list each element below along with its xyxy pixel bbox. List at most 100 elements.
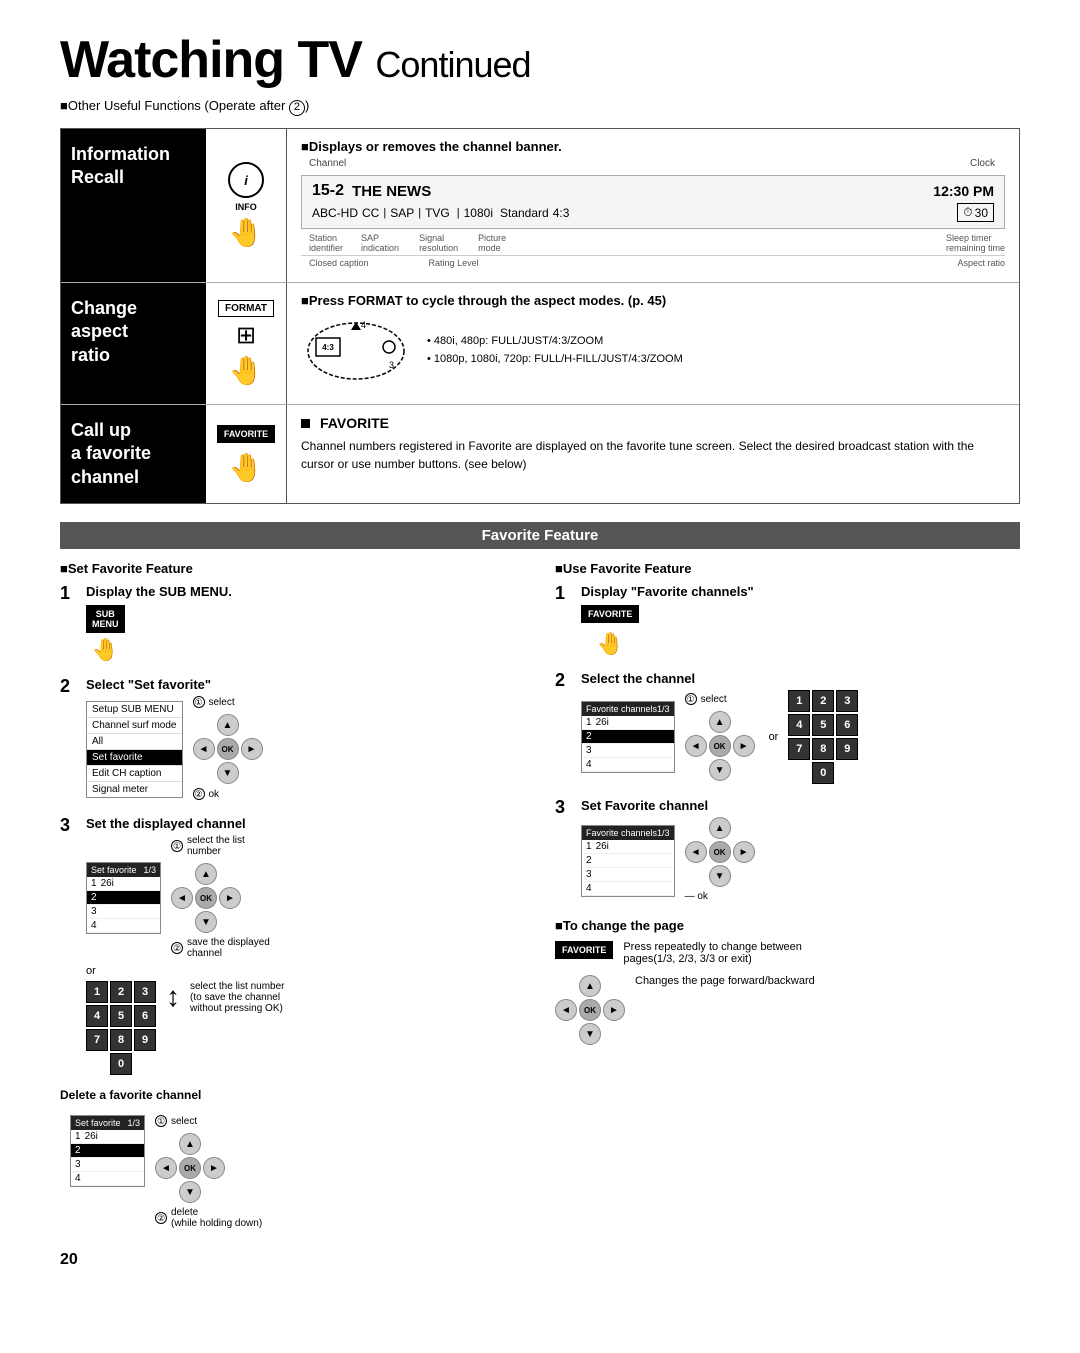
or-text: or — [86, 965, 525, 977]
bullet-fav — [301, 419, 310, 428]
cc-text: CC — [362, 206, 379, 220]
favorite-content: FAVORITE Channel numbers registered in F… — [286, 405, 1019, 503]
menu-item-setfav: Set favorite — [87, 750, 182, 766]
aspect-ratio-row: Changeaspectratio FORMAT ⊞ 🤚 ■Press FORM… — [61, 283, 1019, 405]
page-title: Watching TV Continued — [60, 30, 1020, 90]
fav-button-change-page: FAVORITE — [555, 941, 613, 959]
channel-num: 15-2 — [312, 182, 344, 200]
page-number: 20 — [60, 1251, 1020, 1269]
sleep-note: Sleep timerremaining time — [946, 233, 1005, 253]
use-step1: 1 Display "Favorite channels" FAVORITE 🤚 — [555, 584, 1020, 657]
use-fav-list: Favorite channels 1/3 126i 2 3 4 — [581, 701, 675, 773]
set-step3: 3 Set the displayed channel Set favorite… — [60, 816, 525, 1075]
set-fav-heading: ■Set Favorite Feature — [60, 561, 525, 576]
channel-label: Channel — [309, 158, 346, 169]
set-step1: 1 Display the SUB MENU. SUBMENU 🤚 — [60, 584, 525, 663]
sub-menu-list: Setup SUB MENU Channel surf mode All Set… — [86, 701, 183, 798]
set-fav-list: Set favorite 1/3 126i 2 3 4 — [86, 862, 161, 934]
use-step3: 3 Set Favorite channel Favorite channels… — [555, 798, 1020, 904]
hand-icon-aspect: 🤚 — [229, 354, 264, 387]
use-step3-list: Favorite channels 1/3 126i 2 3 4 — [581, 825, 675, 897]
step3-dpad-annot: ① select the listnumber ▲ ◄ OK ► — [171, 835, 270, 961]
rating-note: Rating Level — [429, 258, 479, 268]
hand-icon-fav-use: 🤚 — [596, 631, 623, 657]
dpad-step2[interactable]: ▲ ◄ OK ► ▼ — [193, 714, 263, 784]
forward-backward-desc: Changes the page forward/backward — [635, 975, 815, 987]
menu-item-signal: Signal meter — [87, 782, 182, 797]
format-icon: ⊞ — [236, 321, 256, 350]
favorite-feature-header: Favorite Feature — [60, 522, 1020, 549]
aspect-section-title: ■Press FORMAT to cycle through the aspec… — [301, 293, 1005, 308]
menu-item-channelsurf: Channel surf mode — [87, 718, 182, 734]
change-page-heading: ■To change the page — [555, 918, 1020, 933]
svg-text:3: 3 — [389, 360, 394, 370]
title-main: Watching TV — [60, 31, 362, 89]
favorite-feature-section: Favorite Feature ■Set Favorite Feature 1… — [60, 522, 1020, 1231]
hand-icon-submenu: 🤚 — [92, 637, 119, 663]
info-banner: 15-2 THE NEWS 12:30 PM ABC-HD CC | SAP |… — [301, 175, 1005, 229]
fav-section-title: FAVORITE — [320, 415, 389, 431]
cc-note: Closed caption — [309, 258, 369, 268]
hand-icon-fav: 🤚 — [229, 451, 264, 484]
aspect-text: 4:3 — [553, 206, 570, 220]
info-label: INFO — [235, 202, 257, 212]
dpad-step3[interactable]: ▲ ◄ OK ► ▼ — [171, 863, 270, 933]
picture-text: Standard — [500, 206, 549, 220]
station-note: Stationidentifier — [309, 233, 343, 253]
num-grid-set[interactable]: 1 2 3 4 5 6 7 8 9 0 — [86, 981, 156, 1075]
menu-item-setup: Setup SUB MENU — [87, 702, 182, 718]
information-icon-col: i INFO 🤚 — [206, 129, 286, 282]
two-column-layout: ■Set Favorite Feature 1 Display the SUB … — [60, 561, 1020, 1231]
aspect-content: ■Press FORMAT to cycle through the aspec… — [286, 283, 1019, 404]
updown-arrow: ↕ — [166, 981, 180, 1013]
cycle-diagram: 4:3 4 3 — [301, 316, 411, 386]
favorite-button-icon: FAVORITE — [217, 425, 275, 443]
title-continued: Continued — [375, 44, 530, 85]
channel-name: THE NEWS — [352, 183, 925, 200]
information-row: InformationRecall i INFO 🤚 ■Displays or … — [61, 129, 1019, 283]
information-label: InformationRecall — [61, 129, 206, 282]
svg-text:4:3: 4:3 — [322, 343, 334, 352]
use-step2-annot: ① select ▲ ◄ OK ► ▼ — [685, 693, 755, 781]
step2-dpad-annot: ① select ▲ ◄ OK ► — [193, 696, 263, 802]
fav-button-use: FAVORITE — [581, 605, 639, 623]
favorite-row: Call upa favoritechannel FAVORITE 🤚 FAVO… — [61, 405, 1019, 503]
dpad-del[interactable]: ▲ ◄ OK ► ▼ — [155, 1133, 262, 1203]
main-feature-box: InformationRecall i INFO 🤚 ■Displays or … — [60, 128, 1020, 504]
favorite-row-label: Call upa favoritechannel — [61, 405, 206, 503]
sap-text: SAP — [390, 206, 414, 220]
favorite-icon-col: FAVORITE 🤚 — [206, 405, 286, 503]
time-display: 12:30 PM — [933, 183, 994, 199]
dpad-use-step3[interactable]: ▲ ◄ OK ► ▼ — [685, 817, 755, 887]
or-num-label: or — [769, 731, 779, 743]
aspect-notes: • 480i, 480p: FULL/JUST/4:3/ZOOM • 1080p… — [427, 333, 683, 368]
subtitle: ■Other Useful Functions (Operate after 2… — [60, 98, 1020, 116]
svg-text:4: 4 — [361, 320, 366, 330]
aspect-icon-col: FORMAT ⊞ 🤚 — [206, 283, 286, 404]
use-step3-annot: ▲ ◄ OK ► ▼ — ok — [685, 817, 755, 904]
set-step2: 2 Select "Set favorite" Setup SUB MENU C… — [60, 677, 525, 802]
use-step2: 2 Select the channel Favorite channels 1… — [555, 671, 1020, 784]
num-grid-use[interactable]: 1 2 3 4 5 6 7 8 9 0 — [788, 690, 858, 784]
del-fav-list: Set favorite 1/3 126i 2 3 4 — [70, 1115, 145, 1187]
resolution-text: 1080i — [464, 206, 493, 220]
sleep-display: ⏱ 30 — [957, 203, 994, 222]
use-favorite-col: ■Use Favorite Feature 1 Display "Favorit… — [555, 561, 1020, 1231]
dpad-change-page[interactable]: ▲ ◄ OK ► ▼ — [555, 975, 625, 1045]
circle-2: 2 — [289, 100, 305, 116]
sub-menu-button: SUBMENU — [86, 605, 125, 633]
menu-item-editcaption: Edit CH caption — [87, 766, 182, 782]
menu-item-all: All — [87, 734, 182, 750]
tvg-text: TVG — [425, 206, 450, 220]
picture-note: Picturemode — [478, 233, 506, 253]
change-page-desc: Press repeatedly to change between pages… — [623, 941, 823, 965]
network-badge: ABC-HD — [312, 206, 358, 220]
set-favorite-col: ■Set Favorite Feature 1 Display the SUB … — [60, 561, 525, 1231]
info-section-title: ■Displays or removes the channel banner. — [301, 139, 1005, 154]
aspect-label: Changeaspectratio — [61, 283, 206, 404]
info-button-icon: i — [228, 162, 264, 198]
clock-label: Clock — [970, 158, 1005, 169]
dpad-use-step2[interactable]: ▲ ◄ OK ► ▼ — [685, 711, 755, 781]
del-dpad-annot: ① select ▲ ◄ OK ► ▼ — [155, 1115, 262, 1231]
hand-icon: 🤚 — [229, 216, 264, 249]
